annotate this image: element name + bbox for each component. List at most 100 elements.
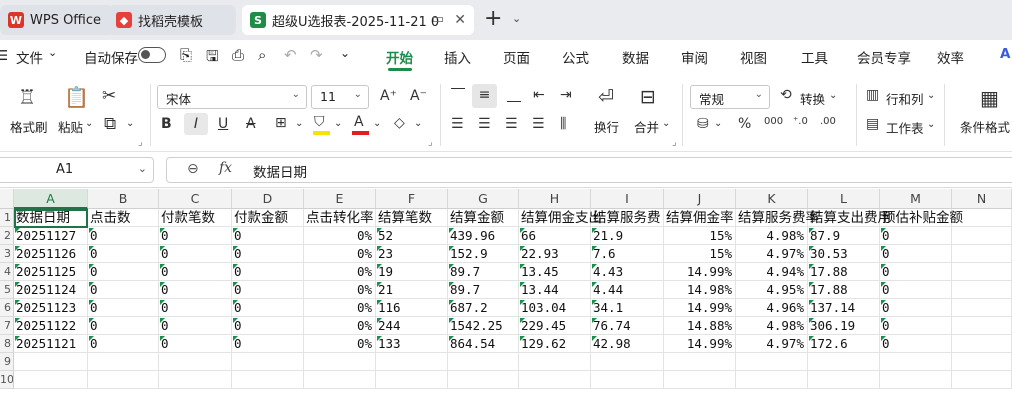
undo-icon[interactable]: ↶ bbox=[284, 46, 297, 64]
quick-access-chevron-icon[interactable]: ⌄ bbox=[340, 46, 350, 60]
data-cell[interactable]: 0 bbox=[232, 245, 304, 263]
header-cell[interactable]: 结算佣金率 bbox=[664, 209, 736, 227]
data-cell[interactable]: 14.98% bbox=[664, 281, 736, 299]
data-cell[interactable]: 20251124 bbox=[14, 281, 88, 299]
data-cell[interactable]: 20251127 bbox=[14, 227, 88, 245]
data-cell[interactable]: 0 bbox=[880, 335, 952, 353]
data-cell[interactable]: 687.2 bbox=[448, 299, 519, 317]
convert-button[interactable]: 转换 bbox=[800, 89, 825, 108]
menu-tab-view[interactable]: 视图 bbox=[740, 47, 767, 67]
column-header-b[interactable]: B bbox=[88, 189, 159, 209]
data-cell[interactable]: 21.9 bbox=[591, 227, 664, 245]
empty-cell[interactable] bbox=[664, 353, 736, 371]
data-cell[interactable]: 4.95% bbox=[736, 281, 808, 299]
empty-cell[interactable] bbox=[448, 353, 519, 371]
autosave-toggle[interactable] bbox=[138, 47, 166, 63]
data-cell[interactable]: 0% bbox=[304, 263, 376, 281]
data-cell[interactable]: 20251121 bbox=[14, 335, 88, 353]
menu-tab-formula[interactable]: 公式 bbox=[562, 47, 589, 67]
data-cell[interactable]: 17.88 bbox=[808, 281, 880, 299]
decrease-decimal-icon[interactable]: .00 bbox=[820, 117, 836, 127]
paste-icon[interactable]: 📋 bbox=[64, 87, 89, 107]
data-cell[interactable]: 89.7 bbox=[448, 263, 519, 281]
column-header-e[interactable]: E bbox=[304, 189, 376, 209]
data-cell[interactable]: 15% bbox=[664, 227, 736, 245]
data-cell[interactable]: 244 bbox=[376, 317, 448, 335]
rows-columns-icon[interactable]: ▥ bbox=[866, 88, 879, 102]
data-cell[interactable]: 20251125 bbox=[14, 263, 88, 281]
empty-cell[interactable] bbox=[591, 353, 664, 371]
row-header-9[interactable]: 9 bbox=[0, 353, 14, 371]
data-cell[interactable]: 14.99% bbox=[664, 263, 736, 281]
data-cell[interactable] bbox=[952, 227, 1012, 245]
data-cell[interactable]: 0 bbox=[232, 317, 304, 335]
decrease-font-icon[interactable]: A⁻ bbox=[410, 89, 427, 103]
tab-spreadsheet[interactable]: S 超级U选报表-2025-11-21 00 ▭ ✕ bbox=[242, 5, 474, 35]
function-icon[interactable]: fx bbox=[219, 160, 232, 176]
data-cell[interactable]: 30.53 bbox=[808, 245, 880, 263]
increase-indent-icon[interactable]: ⇥ bbox=[560, 88, 572, 102]
underline-icon[interactable]: U bbox=[218, 117, 228, 131]
align-left-icon[interactable]: ☰ bbox=[451, 117, 464, 131]
select-all-corner[interactable] bbox=[0, 189, 14, 209]
row-header-3[interactable]: 3 bbox=[0, 245, 14, 263]
number-format-select[interactable]: 常规 ⌄ bbox=[690, 85, 770, 109]
data-cell[interactable]: 52 bbox=[376, 227, 448, 245]
data-cell[interactable] bbox=[952, 263, 1012, 281]
empty-cell[interactable] bbox=[232, 371, 304, 389]
close-tab-icon[interactable]: ✕ bbox=[454, 12, 466, 28]
menu-tab-page[interactable]: 页面 bbox=[503, 47, 530, 67]
merge-cells-icon[interactable]: ⊟ bbox=[640, 88, 656, 107]
rows-columns-button[interactable]: 行和列 bbox=[886, 89, 924, 108]
data-cell[interactable]: 0% bbox=[304, 227, 376, 245]
data-cell[interactable]: 0 bbox=[88, 227, 159, 245]
empty-cell[interactable] bbox=[808, 353, 880, 371]
bold-icon[interactable]: B bbox=[161, 117, 172, 131]
column-header-d[interactable]: D bbox=[232, 189, 304, 209]
data-cell[interactable]: 0 bbox=[159, 263, 232, 281]
cut-icon[interactable]: ✂ bbox=[102, 88, 116, 105]
empty-cell[interactable] bbox=[952, 353, 1012, 371]
column-header-a[interactable]: A bbox=[14, 189, 88, 209]
align-top-icon[interactable]: ⎺ bbox=[451, 88, 465, 102]
data-cell[interactable]: 7.6 bbox=[591, 245, 664, 263]
data-cell[interactable]: 0 bbox=[88, 299, 159, 317]
data-cell[interactable]: 103.04 bbox=[519, 299, 591, 317]
column-header-g[interactable]: G bbox=[448, 189, 519, 209]
data-cell[interactable]: 0 bbox=[232, 263, 304, 281]
header-cell[interactable] bbox=[952, 209, 1012, 227]
column-header-h[interactable]: H bbox=[519, 189, 591, 209]
header-cell[interactable]: 结算笔数 bbox=[376, 209, 448, 227]
align-bottom-icon[interactable]: ⎽ bbox=[507, 88, 521, 102]
worksheet-chevron-icon[interactable]: ⌄ bbox=[927, 120, 935, 130]
data-cell[interactable]: 0 bbox=[880, 317, 952, 335]
row-header-5[interactable]: 5 bbox=[0, 281, 14, 299]
menu-tab-member[interactable]: 会员专享 bbox=[857, 47, 911, 67]
data-cell[interactable]: 0% bbox=[304, 317, 376, 335]
rows-columns-chevron-icon[interactable]: ⌄ bbox=[927, 91, 935, 101]
empty-cell[interactable] bbox=[880, 371, 952, 389]
data-cell[interactable]: 42.98 bbox=[591, 335, 664, 353]
borders-chevron-icon[interactable]: ⌄ bbox=[295, 119, 303, 129]
header-cell[interactable]: 预估补贴金额 bbox=[880, 209, 963, 227]
increase-decimal-icon[interactable]: ⁺.0 bbox=[793, 117, 808, 127]
empty-cell[interactable] bbox=[14, 371, 88, 389]
empty-cell[interactable] bbox=[664, 371, 736, 389]
chevron-down-icon[interactable]: ⌄ bbox=[138, 162, 147, 175]
convert-chevron-icon[interactable]: ⌄ bbox=[829, 91, 837, 101]
row-header-4[interactable]: 4 bbox=[0, 263, 14, 281]
header-cell[interactable]: 付款金额 bbox=[232, 209, 304, 227]
column-header-f[interactable]: F bbox=[376, 189, 448, 209]
empty-cell[interactable] bbox=[14, 353, 88, 371]
clipboard-expand-icon[interactable]: ⌟ bbox=[138, 138, 143, 148]
data-cell[interactable]: 116 bbox=[376, 299, 448, 317]
data-cell[interactable]: 21 bbox=[376, 281, 448, 299]
row-header-7[interactable]: 7 bbox=[0, 317, 14, 335]
data-cell[interactable]: 34.1 bbox=[591, 299, 664, 317]
header-cell[interactable]: 点击数 bbox=[88, 209, 159, 227]
currency-chevron-icon[interactable]: ⌄ bbox=[714, 119, 722, 129]
data-cell[interactable]: 0 bbox=[159, 317, 232, 335]
data-cell[interactable]: 66 bbox=[519, 227, 591, 245]
data-cell[interactable]: 0% bbox=[304, 281, 376, 299]
alignment-expand-icon[interactable]: ⌟ bbox=[672, 138, 677, 148]
